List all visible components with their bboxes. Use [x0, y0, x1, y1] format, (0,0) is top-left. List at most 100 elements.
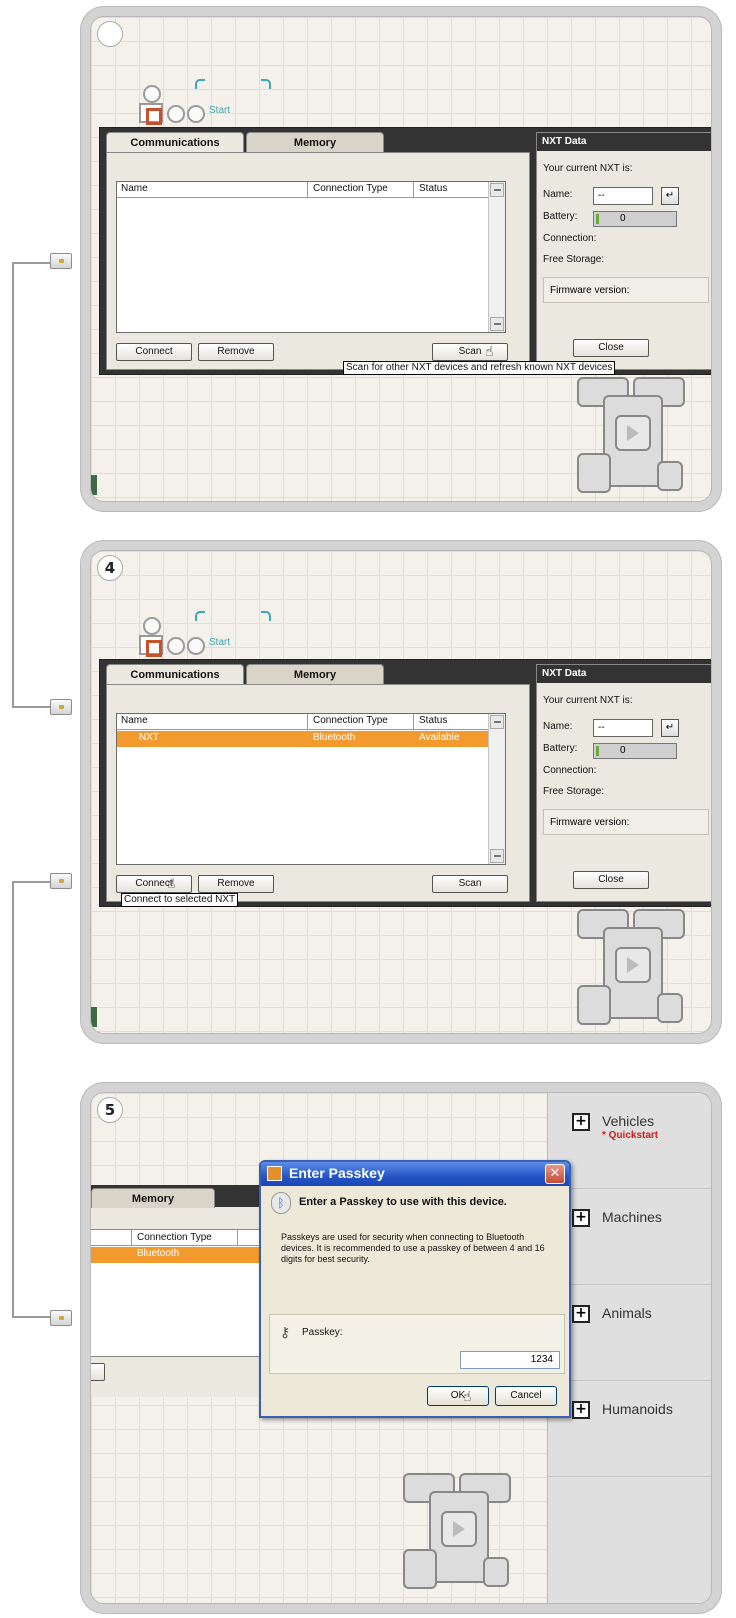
sequence-start-block: Start — [139, 85, 231, 125]
category-label: Machines — [602, 1209, 662, 1225]
connect-button[interactable]: Connect — [116, 343, 192, 361]
column-connection-type[interactable]: Connection Type — [137, 1232, 212, 1243]
tab-memory[interactable]: Memory — [91, 1188, 215, 1208]
device-row[interactable]: Bluetooth — [91, 1247, 261, 1263]
bracket-right — [261, 79, 271, 89]
scan-button[interactable]: Scan — [432, 875, 508, 893]
column-name[interactable]: Name — [121, 183, 148, 194]
firmware-version-label: Firmware version: — [543, 277, 709, 303]
play-icon[interactable] — [615, 415, 651, 451]
communications-pane: Name Connection Type Status Connect Remo… — [106, 152, 530, 370]
battery-meter: 0 — [593, 211, 677, 227]
cancel-button[interactable]: Cancel — [495, 1386, 557, 1406]
scan-tooltip: Scan for other NXT devices and refresh k… — [343, 361, 616, 375]
ok-button[interactable]: OK — [427, 1386, 489, 1406]
category-label: Vehicles — [602, 1113, 655, 1129]
enter-icon[interactable]: ↵ — [661, 719, 679, 737]
battery-meter: 0 — [593, 743, 677, 759]
connector-line-2 — [12, 881, 62, 1318]
partial-nxt-window: Memory Connection Type Bluetooth — [91, 1185, 261, 1397]
instruction-page: Start Communications Memory Name Connect… — [0, 0, 736, 1618]
battery-label: Battery: — [543, 743, 578, 754]
device-connection-type: Bluetooth — [313, 732, 356, 743]
nxt-window: Communications Memory Name Connection Ty… — [99, 127, 711, 375]
tab-memory[interactable]: Memory — [246, 664, 384, 684]
category-vehicles[interactable]: + Vehicles * Quickstart — [548, 1093, 711, 1189]
start-label: Start — [209, 105, 231, 116]
panel-canvas: 4 Start Communications Memory Name Conne… — [90, 550, 712, 1034]
plus-icon[interactable]: + — [572, 1401, 590, 1419]
device-list-header: Name Connection Type Status — [117, 182, 489, 198]
device-name: NXT — [139, 732, 159, 743]
panel-canvas: 5 Memory Connection Type Bluetooth + Veh… — [90, 1092, 712, 1604]
plus-icon[interactable]: + — [572, 1305, 590, 1323]
dialog-body: Passkeys are used for security when conn… — [281, 1232, 545, 1264]
remove-button[interactable] — [91, 1363, 105, 1381]
current-nxt-label: Your current NXT is: — [543, 695, 633, 706]
name-label: Name: — [543, 721, 573, 732]
column-status[interactable]: Status — [419, 183, 447, 194]
device-list: Name Connection Type Status NXT Bluetoot… — [116, 713, 506, 865]
connector-hook-1 — [50, 253, 72, 269]
close-button[interactable]: Close — [573, 871, 649, 889]
sequence-start-block: Start — [139, 617, 230, 657]
category-machines[interactable]: + Machines — [548, 1189, 711, 1285]
device-list-scrollbar[interactable] — [488, 182, 505, 332]
nxt-data-header: NXT Data — [537, 133, 711, 151]
connection-label: Connection: — [543, 765, 597, 776]
column-connection-type[interactable]: Connection Type — [313, 715, 388, 726]
connect-button[interactable]: Connect — [116, 875, 192, 893]
connector-hook-3 — [50, 873, 72, 889]
device-row[interactable]: NXT Bluetooth Available — [117, 731, 489, 747]
remove-button[interactable]: Remove — [198, 875, 274, 893]
category-humanoids[interactable]: + Humanoids — [548, 1381, 711, 1477]
plus-icon[interactable]: + — [572, 1113, 590, 1131]
app-icon — [267, 1166, 282, 1181]
plus-icon[interactable]: + — [572, 1209, 590, 1227]
dialog-heading: Enter a Passkey to use with this device. — [299, 1196, 507, 1208]
close-button[interactable]: Close — [573, 339, 649, 357]
step-panel-5: 5 Memory Connection Type Bluetooth + Veh… — [80, 1082, 722, 1614]
connector-hook-4 — [50, 1310, 72, 1326]
tab-communications[interactable]: Communications — [106, 132, 244, 152]
firmware-version-label: Firmware version: — [543, 809, 709, 835]
device-list-scrollbar[interactable] — [488, 714, 505, 864]
passkey-dialog: Enter Passkey ✕ ᛒ Enter a Passkey to use… — [259, 1160, 571, 1418]
passkey-label: Passkey: — [302, 1327, 343, 1338]
category-animals[interactable]: + Animals — [548, 1285, 711, 1381]
device-status: Available — [419, 732, 460, 743]
category-label: Humanoids — [602, 1401, 673, 1417]
tab-memory[interactable]: Memory — [246, 132, 384, 152]
step-number: 4 — [97, 555, 123, 581]
green-marker — [91, 475, 97, 495]
column-status[interactable]: Status — [419, 715, 447, 726]
nxt-window: Communications Memory Name Connection Ty… — [99, 659, 711, 907]
remove-button[interactable]: Remove — [198, 343, 274, 361]
nxt-data-header: NXT Data — [537, 665, 711, 683]
enter-icon[interactable]: ↵ — [661, 187, 679, 205]
passkey-input[interactable]: 1234 — [460, 1351, 560, 1369]
tab-communications[interactable]: Communications — [106, 664, 244, 684]
free-storage-label: Free Storage: — [543, 786, 605, 797]
nxt-name-field[interactable]: -- — [593, 719, 653, 737]
column-name[interactable]: Name — [121, 715, 148, 726]
step-number: 5 — [97, 1097, 123, 1123]
communications-pane: Name Connection Type Status NXT Bluetoot… — [106, 684, 530, 902]
device-list: Connection Type Bluetooth — [91, 1229, 261, 1357]
quickstart-label: * Quickstart — [602, 1130, 659, 1141]
device-connection-type: Bluetooth — [137, 1248, 180, 1259]
nxt-data-panel: NXT Data Your current NXT is: Name: -- ↵… — [536, 664, 711, 902]
category-label: Animals — [602, 1305, 652, 1321]
play-icon[interactable] — [615, 947, 651, 983]
robo-center-categories: + Vehicles * Quickstart + Machines + Ani… — [547, 1093, 711, 1603]
column-connection-type[interactable]: Connection Type — [313, 183, 388, 194]
connect-tooltip: Connect to selected NXT — [121, 893, 239, 907]
device-list-header: Name Connection Type Status — [117, 714, 489, 730]
dialog-title: Enter Passkey — [261, 1162, 569, 1186]
scan-button[interactable]: Scan — [432, 343, 508, 361]
nxt-controller — [577, 909, 687, 1033]
close-icon[interactable]: ✕ — [545, 1164, 565, 1184]
battery-label: Battery: — [543, 211, 578, 222]
nxt-name-field[interactable]: -- — [593, 187, 653, 205]
play-icon[interactable] — [441, 1511, 477, 1547]
